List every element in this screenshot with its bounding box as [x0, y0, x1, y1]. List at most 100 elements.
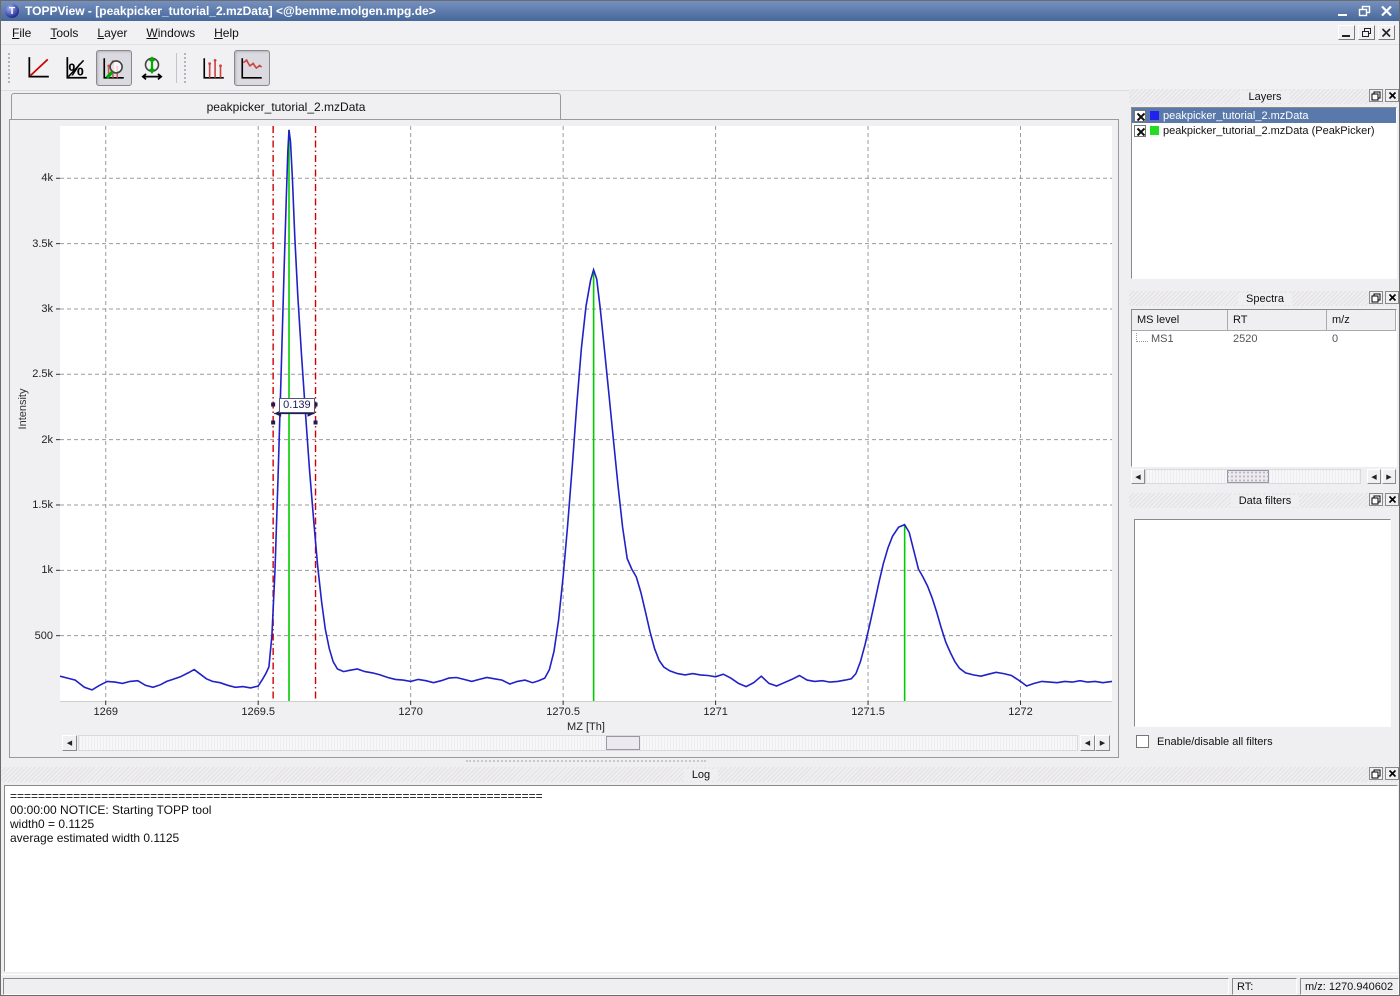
peaks-view-icon	[201, 55, 227, 81]
log-float-button[interactable]	[1369, 767, 1383, 780]
window-titlebar[interactable]: T TOPPView - [peakpicker_tutorial_2.mzDa…	[1, 1, 1399, 21]
app-icon: T	[5, 4, 19, 18]
translate-mode-button[interactable]	[134, 50, 170, 86]
enable-filters-label: Enable/disable all filters	[1157, 736, 1273, 748]
spectrum-plot-pane: Intensity 5001k1.5k2k2.5k3k3.5k4k 0.139 …	[9, 119, 1119, 758]
spectra-dock-titlebar[interactable]: Spectra	[1129, 291, 1400, 306]
toolbar-drag-handle[interactable]	[8, 53, 13, 83]
annotation-handle	[271, 421, 275, 425]
scroll-trough[interactable]	[1145, 469, 1361, 484]
log-line: width0 = 0.1125	[10, 817, 1392, 831]
status-rt: RT:	[1232, 978, 1297, 995]
spectrum-tab-label: peakpicker_tutorial_2.mzData	[207, 100, 366, 114]
menu-tools[interactable]: Tools	[42, 23, 86, 43]
close-button[interactable]	[1377, 4, 1396, 19]
spectra-close-button[interactable]	[1385, 291, 1399, 304]
filters-float-button[interactable]	[1369, 493, 1383, 506]
spectra-table: MS level RT m/z MS1 2520 0	[1131, 309, 1397, 467]
log-line: average estimated width 0.1125	[10, 831, 1392, 845]
y-tick-label: 3k	[41, 303, 53, 315]
peak-width-label[interactable]: 0.139	[279, 398, 315, 413]
spectra-row[interactable]: MS1 2520 0	[1132, 331, 1396, 347]
layers-dock-titlebar[interactable]: Layers	[1129, 89, 1400, 104]
scroll-trough[interactable]	[78, 735, 1078, 751]
log-line: 00:00:00 NOTICE: Starting TOPP tool	[10, 803, 1392, 817]
x-tick-label: 1271	[703, 706, 727, 718]
child-close-button[interactable]	[1378, 25, 1395, 40]
intensity-percentage-button[interactable]: %	[58, 50, 94, 86]
scroll-right-button[interactable]: ▶	[1382, 469, 1396, 484]
layer-row-raw[interactable]: peakpicker_tutorial_2.mzData	[1132, 108, 1396, 123]
log-close-button[interactable]	[1385, 767, 1399, 780]
x-tick-label: 1271.5	[851, 706, 885, 718]
layer-color-swatch-blue	[1150, 111, 1159, 120]
minimize-button[interactable]	[1333, 4, 1352, 19]
log-text[interactable]: ========================================…	[4, 785, 1398, 972]
check-x-icon	[1135, 126, 1147, 138]
layer-color-swatch-green	[1150, 126, 1159, 135]
layer-visibility-checkbox[interactable]	[1134, 110, 1146, 122]
annotation-handle	[271, 403, 275, 407]
layer-label: peakpicker_tutorial_2.mzData (PeakPicker…	[1163, 125, 1375, 137]
filters-close-button[interactable]	[1385, 493, 1399, 506]
child-minimize-button[interactable]	[1338, 25, 1355, 40]
menu-windows[interactable]: Windows	[138, 23, 203, 43]
log-dock-titlebar[interactable]: Log	[1, 767, 1400, 782]
zoom-mode-icon	[101, 55, 127, 81]
menubar: File Tools Layer Windows Help	[1, 21, 1399, 45]
scroll-left-button-2[interactable]: ◀	[1080, 735, 1095, 751]
restore-button[interactable]	[1355, 4, 1374, 19]
layer-label: peakpicker_tutorial_2.mzData	[1163, 110, 1309, 122]
scroll-thumb[interactable]	[1227, 470, 1269, 483]
column-header-ms-level[interactable]: MS level	[1132, 310, 1228, 331]
layer-row-peakpicker[interactable]: peakpicker_tutorial_2.mzData (PeakPicker…	[1132, 123, 1396, 138]
log-dock: Log ====================================…	[1, 767, 1400, 973]
layer-visibility-checkbox[interactable]	[1134, 125, 1146, 137]
svg-text:%: %	[68, 59, 83, 79]
spectra-mz: 0	[1327, 331, 1396, 347]
spectrum-tab[interactable]: peakpicker_tutorial_2.mzData	[11, 93, 561, 120]
spectra-rt: 2520	[1228, 331, 1327, 347]
dock-splitter-handle[interactable]	[466, 760, 706, 765]
x-tick-label: 1270.5	[546, 706, 580, 718]
enable-filters-checkbox[interactable]	[1136, 735, 1149, 748]
log-line: ========================================…	[10, 789, 1392, 803]
window-title: TOPPView - [peakpicker_tutorial_2.mzData…	[25, 4, 436, 18]
menu-layer[interactable]: Layer	[89, 23, 135, 43]
spectra-table-header: MS level RT m/z	[1132, 310, 1396, 331]
x-axis-tick-labels: 12691269.512701270.512711271.51272	[60, 706, 1112, 720]
peaks-view-button[interactable]	[196, 50, 232, 86]
scroll-left-button[interactable]: ◀	[1131, 469, 1145, 484]
x-tick-label: 1270	[398, 706, 422, 718]
x-tick-label: 1269	[93, 706, 117, 718]
menu-file[interactable]: File	[4, 23, 39, 43]
scroll-left-button[interactable]: ◀	[62, 735, 77, 751]
child-restore-button[interactable]	[1358, 25, 1375, 40]
profile-view-button[interactable]	[234, 50, 270, 86]
scroll-thumb[interactable]	[606, 736, 640, 750]
status-mz: m/z: 1270.940602	[1300, 978, 1399, 995]
spectra-ms-level: MS1	[1151, 333, 1174, 345]
y-axis-tick-labels: 5001k1.5k2k2.5k3k3.5k4k	[10, 126, 56, 701]
toolbar-separator	[176, 53, 177, 83]
log-dock-title: Log	[684, 769, 718, 781]
column-header-rt[interactable]: RT	[1228, 310, 1327, 331]
spectra-hscrollbar: ◀ ◀ ▶	[1131, 469, 1397, 484]
column-header-mz[interactable]: m/z	[1327, 310, 1396, 331]
scroll-right-button[interactable]: ▶	[1095, 735, 1110, 751]
scroll-left-button-2[interactable]: ◀	[1367, 469, 1381, 484]
filters-dock-titlebar[interactable]: Data filters	[1129, 493, 1400, 508]
reset-zoom-button[interactable]	[20, 50, 56, 86]
layers-dock-title: Layers	[1240, 91, 1289, 103]
data-filters-list[interactable]	[1134, 519, 1391, 727]
menu-help[interactable]: Help	[206, 23, 247, 43]
layers-float-button[interactable]	[1369, 89, 1383, 102]
layers-close-button[interactable]	[1385, 89, 1399, 102]
toolbar: %	[1, 45, 1399, 91]
check-x-icon	[1135, 111, 1147, 123]
toolbar-drag-handle-2[interactable]	[184, 53, 189, 83]
zoom-mode-button[interactable]	[96, 50, 132, 86]
spectra-float-button[interactable]	[1369, 291, 1383, 304]
x-tick-label: 1272	[1008, 706, 1032, 718]
spectrum-canvas[interactable]: 0.139	[60, 126, 1112, 702]
